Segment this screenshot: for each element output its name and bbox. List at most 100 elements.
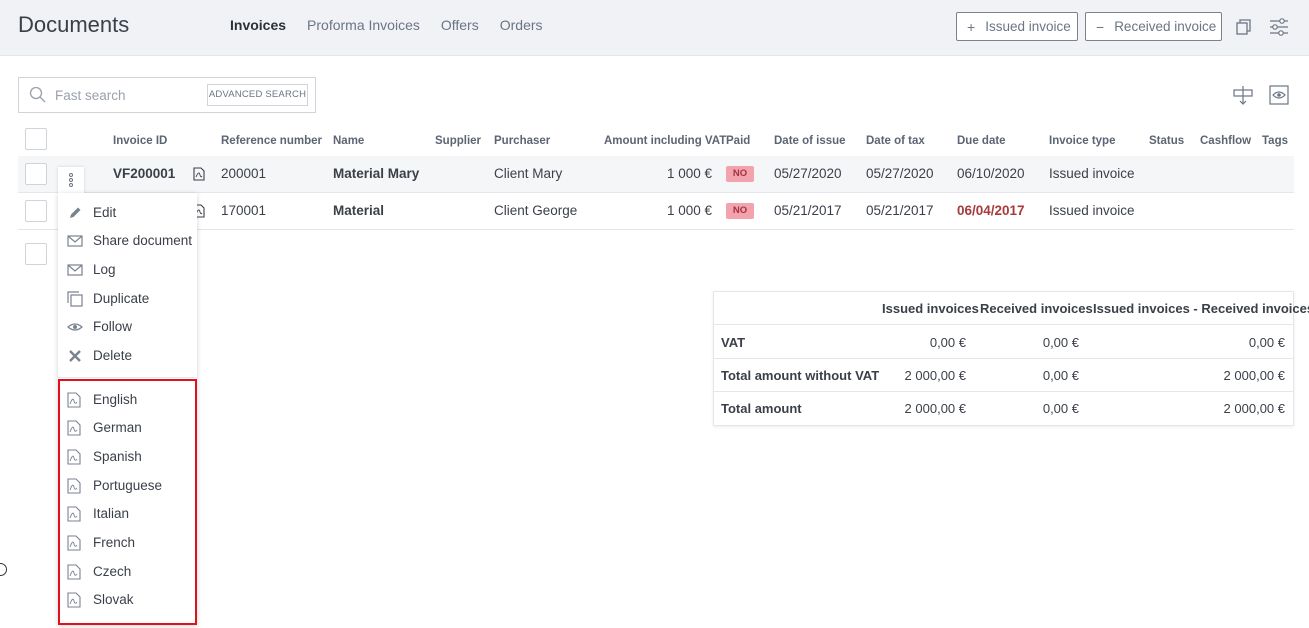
summary-row-vat: VAT 0,00 € 0,00 € 0,00 € [714, 326, 1293, 359]
col-amount[interactable]: Amount including VAT [604, 135, 726, 147]
tab-offers[interactable]: Offers [441, 17, 479, 33]
col-paid[interactable]: Paid [726, 135, 750, 147]
tab-orders[interactable]: Orders [500, 17, 543, 33]
search-placeholder: Fast search [55, 88, 126, 103]
summary-difference-value: 0,00 € [1248, 335, 1285, 350]
menu-item-duplicate[interactable]: Duplicate [58, 286, 197, 312]
summary-received-value: 0,00 € [1042, 401, 1079, 416]
paid-status-badge: NO [726, 166, 754, 182]
col-reference-number[interactable]: Reference number [221, 135, 322, 147]
summary-table: Issued invoices Received invoices Issued… [713, 291, 1309, 426]
col-date-of-issue[interactable]: Date of issue [774, 135, 846, 147]
plus-icon: + [967, 18, 976, 35]
amount: 1 000 € [666, 203, 712, 218]
menu-item-delete[interactable]: Delete [58, 343, 197, 369]
col-invoice-type[interactable]: Invoice type [1049, 135, 1115, 147]
select-all-checkbox[interactable] [25, 128, 47, 150]
customer-name: Material Mary [333, 166, 420, 181]
document-tabs: Invoices Proforma Invoices Offers Orders [230, 17, 543, 33]
minus-icon: − [1096, 18, 1105, 35]
summary-issued-value: 0,00 € [929, 335, 966, 350]
menu-divider [58, 377, 197, 378]
summary-header-received: Received invoices [980, 301, 1093, 316]
summary-header-issued: Issued invoices [882, 301, 979, 316]
due-date-overdue: 06/04/2017 [957, 203, 1025, 218]
col-purchaser[interactable]: Purchaser [494, 135, 550, 147]
menu-item-label: Edit [93, 205, 117, 220]
pdf-icon[interactable] [193, 167, 205, 181]
highlight-frame [58, 379, 197, 625]
summary-row-label: Total amount [721, 401, 802, 416]
menu-item-log[interactable]: Log [58, 257, 197, 283]
summary-row-total-without-vat: Total amount without VAT 2 000,00 € 0,00… [714, 359, 1293, 392]
copy-icon[interactable] [1233, 16, 1255, 38]
summary-difference-value: 2 000,00 € [1223, 368, 1285, 383]
sort-columns-icon[interactable] [1232, 84, 1254, 106]
col-name[interactable]: Name [333, 135, 364, 147]
pencil-icon [70, 207, 81, 218]
invoice-type: Issued invoice [1049, 166, 1135, 181]
col-date-of-tax[interactable]: Date of tax [866, 135, 925, 147]
new-issued-invoice-button[interactable]: + Issued invoice [956, 12, 1078, 41]
menu-item-edit[interactable]: Edit [58, 200, 197, 226]
settings-sliders-icon[interactable] [1268, 16, 1290, 38]
tab-invoices[interactable]: Invoices [230, 17, 286, 33]
tab-proforma-invoices[interactable]: Proforma Invoices [307, 17, 420, 33]
received-invoice-label: Received invoice [1114, 19, 1217, 34]
summary-received-value: 0,00 € [1042, 335, 1079, 350]
col-invoice-id[interactable]: Invoice ID [113, 135, 167, 147]
row-checkbox[interactable] [25, 243, 47, 265]
summary-row-label: VAT [721, 335, 746, 350]
paid-status-badge: NO [726, 203, 754, 219]
col-supplier[interactable]: Supplier [435, 135, 481, 147]
summary-received-value: 0,00 € [1042, 368, 1079, 383]
date-of-tax: 05/21/2017 [866, 203, 934, 218]
due-date: 06/10/2020 [957, 166, 1025, 181]
purchaser: Client Mary [494, 166, 563, 181]
menu-item-label: Log [93, 262, 116, 277]
invoice-type: Issued invoice [1049, 203, 1135, 218]
summary-header-row: Issued invoices Received invoices Issued… [714, 292, 1309, 325]
menu-item-follow[interactable]: Follow [58, 314, 197, 340]
copy-icon [67, 291, 83, 307]
summary-row-total: Total amount 2 000,00 € 0,00 € 2 000,00 … [714, 392, 1293, 425]
menu-item-label: Duplicate [93, 291, 150, 306]
row-actions-menu-button[interactable] [58, 167, 84, 193]
row-checkbox[interactable] [25, 163, 47, 185]
date-of-issue: 05/27/2020 [774, 166, 842, 181]
col-due-date[interactable]: Due date [957, 135, 1006, 147]
row-checkbox[interactable] [25, 200, 47, 222]
view-eye-icon[interactable] [1268, 84, 1290, 106]
summary-header-difference: Issued invoices - Received invoices [1093, 301, 1309, 316]
table-row[interactable]: VF200001 200001 Material Mary Client Mar… [18, 156, 1294, 193]
page-title: Documents [18, 12, 130, 37]
advanced-search-button[interactable]: ADVANCED SEARCH [207, 84, 308, 106]
reference-number: 200001 [221, 166, 267, 181]
menu-item-label: Delete [93, 348, 133, 363]
menu-item-label: Follow [93, 319, 133, 334]
purchaser: Client George [494, 203, 578, 218]
invoice-id[interactable]: VF200001 [113, 166, 175, 181]
envelope-icon [67, 264, 83, 276]
reference-number: 170001 [221, 203, 267, 218]
fast-search-input[interactable]: Fast search ADVANCED SEARCH [18, 77, 316, 113]
col-tags[interactable]: Tags [1262, 135, 1288, 147]
table-row[interactable]: 170001 Material Client George 1 000 € NO… [18, 193, 1294, 230]
issued-invoice-label: Issued invoice [985, 19, 1071, 34]
more-vertical-icon [69, 173, 73, 187]
menu-item-share-document[interactable]: Share document [58, 228, 197, 254]
summary-issued-value: 2 000,00 € [904, 368, 966, 383]
col-cashflow[interactable]: Cashflow [1200, 135, 1251, 147]
eye-icon [67, 323, 83, 331]
menu-item-label: Share document [93, 233, 193, 248]
new-received-invoice-button[interactable]: − Received invoice [1085, 12, 1222, 41]
col-status[interactable]: Status [1149, 135, 1184, 147]
date-of-tax: 05/27/2020 [866, 166, 934, 181]
summary-issued-value: 2 000,00 € [904, 401, 966, 416]
top-bar: Documents Invoices Proforma Invoices Off… [0, 0, 1309, 56]
amount: 1 000 € [666, 166, 712, 181]
cursor-ring-icon [0, 563, 7, 576]
date-of-issue: 05/21/2017 [774, 203, 842, 218]
search-icon [29, 86, 46, 103]
customer-name: Material [333, 203, 385, 218]
